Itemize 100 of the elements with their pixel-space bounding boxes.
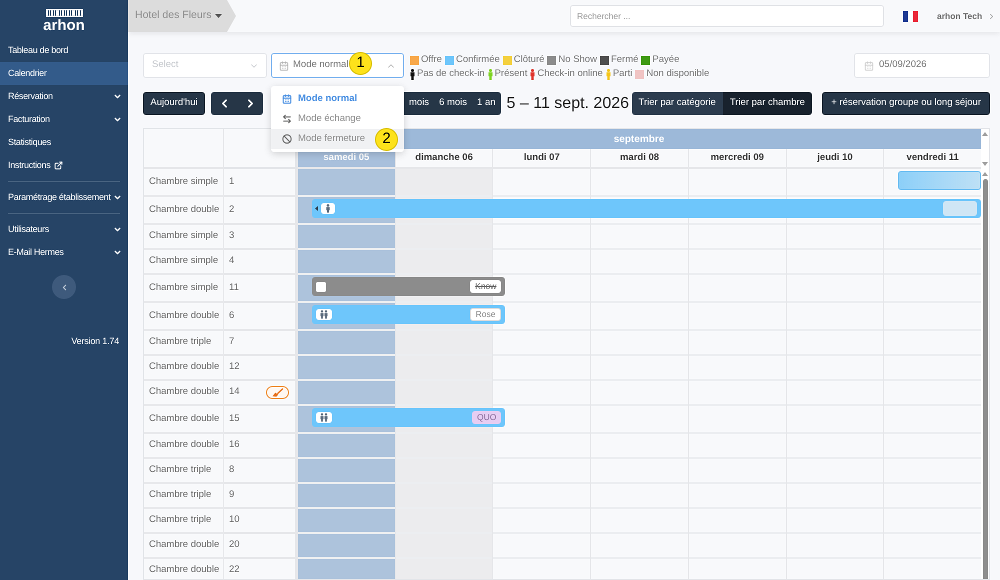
user-name[interactable]: arhon Tech — [937, 10, 982, 22]
previous-button[interactable] — [211, 92, 237, 115]
room-type-cell: Chambre double — [144, 434, 224, 459]
room-number: 22 — [229, 563, 240, 578]
sort-button[interactable]: Trier par chambre — [722, 92, 812, 115]
period-button[interactable]: mois — [404, 92, 434, 115]
sidebar-item[interactable]: Statistiques — [0, 131, 128, 154]
room-number: 4 — [229, 254, 234, 268]
room-number: 8 — [229, 463, 234, 478]
room-type-cell: Chambre double — [144, 534, 224, 559]
square-icon — [316, 282, 326, 292]
room-type-cell: Chambre triple — [144, 331, 224, 356]
booking-bar[interactable]: Know — [312, 277, 506, 296]
room-number: 14 — [229, 385, 240, 400]
next-button[interactable] — [237, 92, 263, 115]
logo-mark-icon — [46, 9, 82, 17]
two-persons-icon — [316, 309, 332, 320]
sidebar-item[interactable]: Paramétrage établissement — [0, 186, 128, 209]
room-number: 12 — [229, 360, 240, 374]
scrollbar-thumb[interactable] — [982, 179, 988, 579]
legend-label: Clôturé — [514, 52, 544, 67]
scroll-up-icon[interactable] — [982, 172, 988, 176]
person-icon — [321, 203, 335, 214]
calendar-icon — [864, 60, 874, 70]
booking-bar[interactable] — [312, 199, 981, 218]
sidebar-item[interactable]: Utilisateurs — [0, 218, 128, 241]
room-number: 9 — [229, 488, 234, 502]
legend-label: Parti — [612, 66, 632, 81]
name-tag: Rose — [470, 308, 502, 321]
legend-label: Non disponible — [646, 66, 710, 81]
scroll-down-icon[interactable] — [982, 162, 988, 166]
chevron-down-icon — [113, 92, 122, 101]
legend-label: Présent — [494, 66, 528, 81]
chevron-down-icon — [113, 193, 122, 202]
room-type-cell: Chambre double — [144, 197, 224, 225]
room-number: 6 — [229, 308, 234, 323]
swap-arrows-icon — [282, 114, 292, 124]
group-booking-button[interactable]: + réservation groupe ou long séjour — [822, 92, 990, 115]
date-range-title: 5 – 11 sept. 2026 — [506, 94, 630, 114]
room-type-cell: Chambre simple — [144, 225, 224, 250]
date-field[interactable]: 05/09/2026 — [854, 53, 990, 78]
room-type-cell: Chambre triple — [144, 509, 224, 534]
external-link-icon — [54, 161, 64, 170]
sidebar-item[interactable]: Réservation — [0, 85, 128, 108]
chevron-down-icon — [113, 248, 122, 257]
legend-label: Fermé — [610, 52, 638, 67]
room-type-cell: Chambre double — [144, 381, 224, 406]
logo-text: arhon — [43, 18, 85, 34]
sidebar-item[interactable]: Tableau de bord — [0, 39, 128, 62]
room-type-cell: Chambre double — [144, 406, 224, 434]
mode-select[interactable]: Mode normal 1 — [271, 53, 404, 78]
calendar-icon — [282, 94, 292, 104]
room-number: 11 — [229, 280, 239, 295]
caret-down-icon — [215, 14, 222, 18]
name-tag: Know — [470, 280, 502, 293]
legend-label: Offre — [421, 52, 442, 67]
legend-label: Confirmée — [456, 52, 500, 67]
legend-label: Pas de check-in — [417, 66, 485, 81]
room-number: 1 — [229, 174, 234, 189]
room-type-cell: Chambre double — [144, 303, 224, 331]
new-booking-bar[interactable] — [898, 171, 981, 190]
scroll-up-icon[interactable] — [982, 132, 988, 136]
period-button[interactable]: 1 an — [472, 92, 501, 115]
period-button[interactable]: 6 mois — [434, 92, 472, 115]
room-type-cell: Chambre double — [144, 356, 224, 381]
flag-icon — [903, 10, 918, 22]
sidebar-item[interactable]: Instructions — [0, 154, 128, 177]
legend-label: Check-in online — [537, 66, 603, 81]
two-persons-icon — [316, 412, 332, 423]
sidebar-item[interactable]: Calendrier — [0, 62, 128, 85]
name-tag: QUO — [472, 411, 502, 424]
room-type-cell: Chambre double — [144, 559, 224, 579]
room-number: 2 — [229, 202, 234, 217]
calendar-icon — [279, 60, 289, 70]
step-marker: 1 — [349, 52, 372, 75]
chevron-down-icon — [113, 225, 122, 234]
room-number: 15 — [229, 412, 240, 426]
ban-icon — [282, 134, 292, 144]
room-type-cell: Chambre simple — [144, 169, 224, 197]
room-number: 16 — [229, 438, 240, 452]
legend-label: No Show — [558, 52, 597, 67]
version-label: Version 1.74 — [71, 335, 120, 348]
sidebar-item[interactable]: Facturation — [0, 108, 128, 131]
room-number: 3 — [229, 229, 234, 244]
broom-icon[interactable] — [266, 386, 289, 399]
room-number: 7 — [229, 335, 234, 350]
legend-label: Payée — [652, 52, 680, 67]
today-button[interactable]: Aujourd'hui — [143, 92, 205, 115]
room-number: 10 — [229, 513, 240, 528]
room-type-cell: Chambre triple — [144, 459, 224, 484]
booking-bar[interactable]: Rose — [312, 305, 506, 324]
room-type-cell: Chambre triple — [144, 484, 224, 509]
room-type-cell: Chambre simple — [144, 275, 224, 303]
collapse-sidebar-button[interactable] — [52, 275, 76, 299]
room-number: 20 — [229, 538, 240, 552]
room-type-cell: Chambre simple — [144, 250, 224, 275]
chevron-down-icon — [113, 115, 122, 124]
search-field[interactable]: Rechercher ... — [570, 5, 884, 27]
sidebar-item[interactable]: E-Mail Hermes — [0, 241, 128, 264]
sort-button[interactable]: Trier par catégorie — [632, 92, 723, 115]
